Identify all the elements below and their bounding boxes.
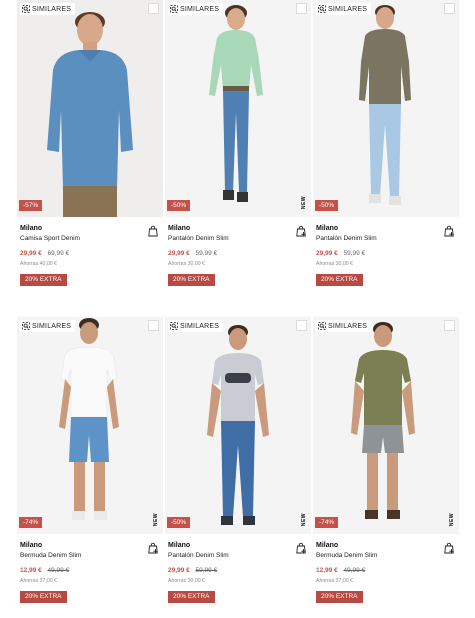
similares-label: SIMILARES [32,322,72,330]
price-row: 29,99 € 59,99 € [168,567,217,574]
discount-badge: -57% [19,200,43,211]
extra-discount-badge: 20% EXTRA [316,274,363,286]
product-name[interactable]: Bermuda Denim Slim [316,552,377,559]
similar-search-icon [170,5,178,13]
similares-button[interactable]: SIMILARES [168,320,224,332]
sale-price: 12,99 € [316,567,338,574]
model-photo [59,318,119,520]
similar-search-icon [318,322,326,330]
product-name[interactable]: Bermuda Denim Slim [20,552,81,559]
similar-search-icon [170,322,178,330]
sale-price: 29,99 € [316,250,338,257]
model-photo [351,322,415,519]
product-image[interactable]: SIMILARES -74% NEW [313,317,459,534]
savings-text: Ahorras 40,00 € [20,261,57,267]
product-name[interactable]: Pantalón Denim Slim [316,235,377,242]
similares-button[interactable]: SIMILARES [316,3,372,15]
sale-price: 29,99 € [168,567,190,574]
discount-badge: -50% [315,200,339,211]
extra-discount-badge: 20% EXTRA [168,591,215,603]
extra-discount-badge: 20% EXTRA [316,591,363,603]
discount-badge: -50% [167,517,191,528]
original-price: 49,99 € [47,567,70,574]
product-image[interactable]: SIMILARES -50% NEW [165,0,311,217]
select-checkbox[interactable] [296,320,307,331]
similar-search-icon [22,5,30,13]
product-brand: Milano [168,542,191,549]
similar-search-icon [318,5,326,13]
original-price: 59,99 € [195,567,218,574]
sale-price: 29,99 € [20,250,42,257]
savings-text: Ahorras 30,00 € [168,578,205,584]
savings-text: Ahorras 30,00 € [316,261,353,267]
bag-plus-icon[interactable] [295,225,307,237]
select-checkbox[interactable] [444,3,455,14]
select-checkbox[interactable] [444,320,455,331]
original-price: 59,99 € [343,250,366,257]
price-row: 12,99 € 49,99 € [20,567,69,574]
product-name[interactable]: Camisa Sport Denim [20,235,80,242]
model-photo [207,325,269,525]
savings-text: Ahorras 30,00 € [168,261,205,267]
discount-badge: -74% [315,517,339,528]
bag-plus-icon[interactable] [295,542,307,554]
product-brand: Milano [316,542,339,549]
similares-label: SIMILARES [180,5,220,13]
similares-button[interactable]: SIMILARES [20,3,76,15]
select-checkbox[interactable] [148,3,159,14]
product-brand: Milano [20,542,43,549]
new-badge: NEW [301,513,307,527]
select-checkbox[interactable] [148,320,159,331]
original-price: 49,99 € [343,567,366,574]
product-name[interactable]: Pantalón Denim Slim [168,552,229,559]
bag-plus-icon[interactable] [443,542,455,554]
model-photo [359,5,411,205]
similar-search-icon [22,322,30,330]
product-image[interactable]: SIMILARES -50% NEW [165,317,311,534]
similares-label: SIMILARES [180,322,220,330]
bag-icon[interactable] [147,225,159,237]
product-image[interactable]: SIMILARES -50% [313,0,459,217]
product-name[interactable]: Pantalón Denim Slim [168,235,229,242]
discount-badge: -74% [19,517,43,528]
discount-badge: -50% [167,200,191,211]
price-row: 29,99 € 69,99 € [20,250,69,257]
extra-discount-badge: 20% EXTRA [20,591,67,603]
savings-text: Ahorras 37,00 € [20,578,57,584]
new-badge: NEW [153,513,159,527]
sale-price: 12,99 € [20,567,42,574]
new-badge: NEW [449,513,455,527]
price-row: 29,99 € 59,99 € [316,250,365,257]
product-brand: Milano [20,225,43,232]
product-brand: Milano [316,225,339,232]
price-row: 12,99 € 49,99 € [316,567,365,574]
similares-label: SIMILARES [32,5,72,13]
similares-label: SIMILARES [328,322,368,330]
similares-button[interactable]: SIMILARES [20,320,76,332]
new-badge: NEW [301,196,307,210]
price-row: 29,99 € 59,99 € [168,250,217,257]
model-photo [17,0,163,217]
product-brand: Milano [168,225,191,232]
similares-button[interactable]: SIMILARES [168,3,224,15]
similares-button[interactable]: SIMILARES [316,320,372,332]
sale-price: 29,99 € [168,250,190,257]
product-image[interactable]: SIMILARES -74% NEW [17,317,163,534]
bag-plus-icon[interactable] [147,542,159,554]
model-photo [209,5,263,202]
similares-label: SIMILARES [328,5,368,13]
savings-text: Ahorras 37,00 € [316,578,353,584]
select-checkbox[interactable] [296,3,307,14]
bag-plus-icon[interactable] [443,225,455,237]
original-price: 69,99 € [47,250,70,257]
extra-discount-badge: 20% EXTRA [168,274,215,286]
extra-discount-badge: 20% EXTRA [20,274,67,286]
product-image[interactable]: SIMILARES -57% [17,0,163,217]
original-price: 59,99 € [195,250,218,257]
